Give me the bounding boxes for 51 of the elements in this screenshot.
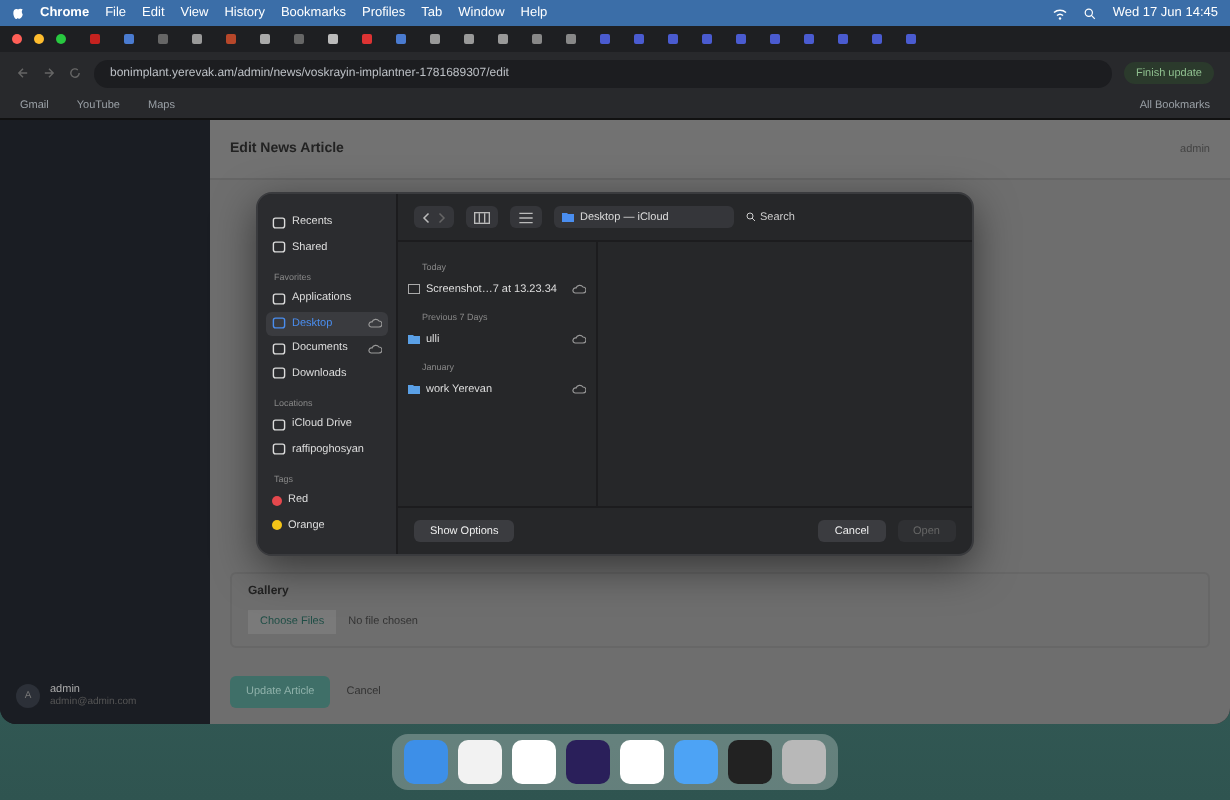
wifi-icon[interactable]	[1052, 7, 1069, 19]
tab-favicon-icon[interactable]	[872, 34, 882, 44]
columns-icon	[474, 211, 490, 223]
tab-favicon-icon[interactable]	[770, 34, 780, 44]
back-arrow-icon[interactable]	[16, 66, 30, 80]
back-forward-button[interactable]	[414, 206, 454, 228]
chevron-right-icon	[436, 211, 446, 223]
tab-favicon-icon[interactable]	[124, 34, 134, 44]
tab-favicon-icon[interactable]	[532, 34, 542, 44]
tab-favicon-icon[interactable]	[634, 34, 644, 44]
tab-favicon-icon[interactable]	[600, 34, 610, 44]
tab-favicon-icon[interactable]	[294, 34, 304, 44]
search-icon	[746, 212, 756, 222]
tab-favicon-icon[interactable]	[906, 34, 916, 44]
group-view-button[interactable]	[510, 206, 542, 228]
close-window-icon[interactable]	[12, 34, 22, 44]
column-view-button[interactable]	[466, 206, 498, 228]
tab-favicon-icon[interactable]	[804, 34, 814, 44]
reload-icon[interactable]	[68, 66, 82, 80]
list-icon	[518, 211, 534, 223]
dock-app-icon[interactable]	[782, 740, 826, 784]
dock-app-icon[interactable]	[728, 740, 772, 784]
dock-app-icon[interactable]	[566, 740, 610, 784]
tab-favicon-icon[interactable]	[90, 34, 100, 44]
tab-favicon-icon[interactable]	[158, 34, 168, 44]
tab-favicon-icon[interactable]	[736, 34, 746, 44]
minimize-window-icon[interactable]	[34, 34, 44, 44]
tab-favicon-icon[interactable]	[396, 34, 406, 44]
tab-favicon-icon[interactable]	[430, 34, 440, 44]
chevron-left-icon	[422, 211, 432, 223]
tab-favicon-icon[interactable]	[566, 34, 576, 44]
apple-logo-icon[interactable]	[12, 6, 24, 20]
search-icon[interactable]	[1084, 7, 1097, 19]
folder-icon	[408, 384, 420, 394]
folder-icon	[408, 334, 420, 344]
dock-app-icon[interactable]	[512, 740, 556, 784]
zoom-window-icon[interactable]	[56, 34, 66, 44]
tab-favicon-icon[interactable]	[498, 34, 508, 44]
tab-favicon-icon[interactable]	[226, 34, 236, 44]
tab-favicon-icon[interactable]	[838, 34, 848, 44]
dock-app-icon[interactable]	[620, 740, 664, 784]
dock-app-icon[interactable]	[458, 740, 502, 784]
tab-favicon-icon[interactable]	[260, 34, 270, 44]
tab-favicon-icon[interactable]	[668, 34, 678, 44]
tab-favicon-icon[interactable]	[192, 34, 202, 44]
tab-favicon-icon[interactable]	[328, 34, 338, 44]
tab-favicon-icon[interactable]	[464, 34, 474, 44]
folder-icon	[562, 212, 574, 222]
tab-favicon-icon[interactable]	[702, 34, 712, 44]
forward-arrow-icon[interactable]	[42, 66, 56, 80]
tab-favicon-icon[interactable]	[362, 34, 372, 44]
